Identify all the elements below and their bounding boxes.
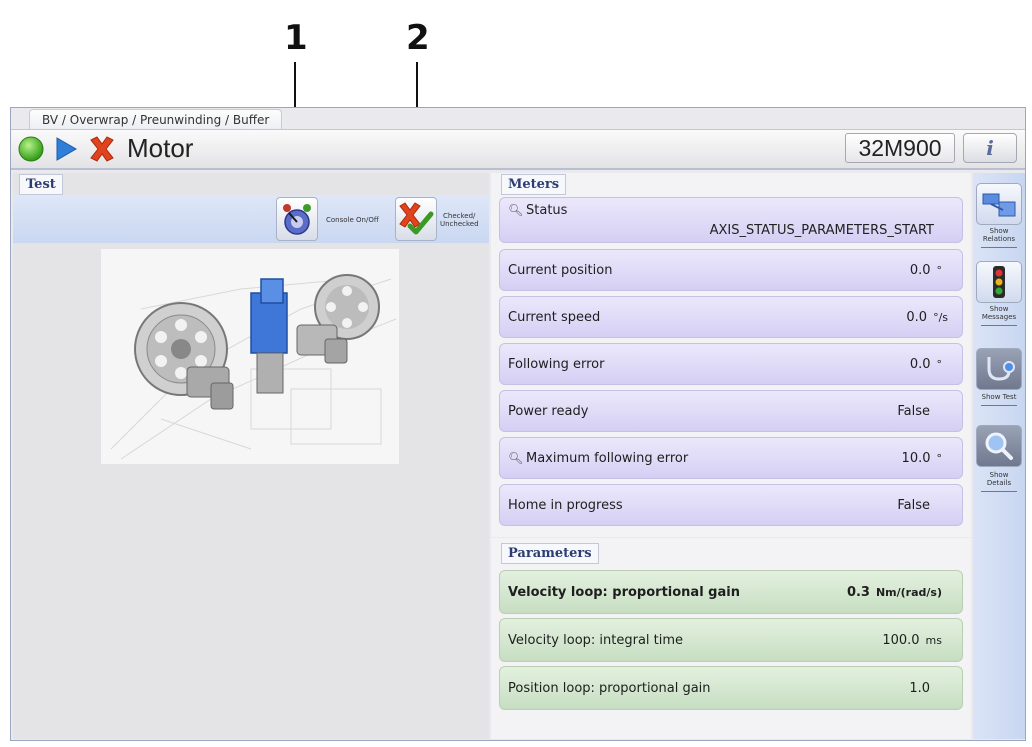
param-value: 100.0 ms [882, 633, 942, 648]
test-tab[interactable]: Test [19, 174, 63, 195]
app-window: BV / Overwrap / Preunwinding / Buffer Mo… [10, 107, 1026, 741]
meter-value: 10.0 ° [901, 451, 942, 466]
console-on-off-button[interactable] [276, 197, 318, 241]
meters-panel: Meters 🔍︎ Status AXIS_STATUS_PARAMETERS_… [491, 173, 971, 537]
right-sidebar: Show Relations Show Messages Show Test S… [973, 173, 1025, 739]
stethoscope-icon [987, 357, 1015, 381]
show-details-label-1: Show [989, 471, 1009, 479]
sidebar-divider [981, 247, 1017, 248]
status-value: AXIS_STATUS_PARAMETERS_START [709, 223, 934, 238]
checked-unchecked-button[interactable] [395, 197, 437, 241]
meter-label: Maximum following error [526, 451, 689, 466]
show-relations-label-1: Show [989, 227, 1009, 235]
test-toolbar: Console On/Off Checked/ Unchecked [13, 195, 489, 243]
meter-row[interactable]: Following error 0.0 ° [499, 343, 963, 385]
show-details-label-2: Details [986, 479, 1012, 487]
status-search-icon: 🔍︎ [508, 203, 524, 217]
show-messages-button[interactable] [976, 261, 1022, 303]
title-bar: Motor 32M900 i [11, 129, 1025, 170]
green-circle-icon[interactable] [17, 135, 45, 163]
checked-unchecked-label-1: Checked/ [443, 212, 476, 220]
param-label: Velocity loop: proportional gain [508, 585, 740, 600]
sidebar-divider [981, 325, 1017, 326]
show-messages-label-2: Messages [981, 313, 1017, 321]
checked-unchecked-label-2: Unchecked [440, 220, 479, 228]
breadcrumb[interactable]: BV / Overwrap / Preunwinding / Buffer [29, 109, 283, 130]
param-row[interactable]: Velocity loop: proportional gain 0.3 Nm/(… [499, 570, 963, 614]
callout-2: 2 [406, 18, 430, 58]
meter-value: False [897, 404, 930, 419]
show-details-button[interactable] [976, 425, 1022, 467]
show-relations-button[interactable] [976, 183, 1022, 225]
meter-value: 0.0 ° [909, 263, 942, 278]
traffic-light-icon [993, 266, 1005, 298]
param-row[interactable]: Position loop: proportional gain 1.0 [499, 666, 963, 710]
sidebar-divider [981, 405, 1017, 406]
red-x-icon[interactable] [87, 135, 117, 163]
status-label: Status [526, 203, 568, 218]
param-label: Position loop: proportional gain [508, 681, 711, 696]
param-row[interactable]: Velocity loop: integral time 100.0 ms [499, 618, 963, 662]
console-on-off-label: Console On/Off [326, 216, 379, 224]
magnifier-icon [985, 432, 1013, 460]
param-label: Velocity loop: integral time [508, 633, 684, 648]
relations-icon [982, 193, 1016, 217]
meter-value: 0.0 °/s [906, 310, 948, 325]
meter-row-status[interactable]: 🔍︎ Status AXIS_STATUS_PARAMETERS_START [499, 197, 963, 243]
meter-row[interactable]: Current speed 0.0 °/s [499, 296, 963, 338]
max-error-search-icon: 🔍︎ [508, 451, 524, 465]
play-arrow-icon[interactable] [53, 135, 79, 163]
callout-1: 1 [284, 18, 308, 58]
meter-row[interactable]: Power ready False [499, 390, 963, 432]
meter-row[interactable]: 🔍︎ Maximum following error 10.0 ° [499, 437, 963, 479]
meter-label: Following error [508, 357, 605, 372]
show-relations-label-2: Relations [982, 235, 1016, 243]
show-test-label: Show Test [981, 393, 1017, 401]
meters-tab[interactable]: Meters [501, 174, 567, 195]
meter-row[interactable]: Home in progress False [499, 484, 963, 526]
param-value: 0.3 Nm/(rad/s) [846, 585, 942, 600]
check-uncheck-icon [399, 202, 434, 235]
meter-row[interactable]: Current position 0.0 ° [499, 249, 963, 291]
motor-code: 32M900 [845, 133, 955, 163]
meter-label: Current position [508, 263, 613, 278]
machine-image [101, 249, 399, 464]
test-panel: Test Console On/Off Checked/ Unchecked [13, 173, 489, 739]
show-test-button[interactable] [976, 348, 1022, 390]
parameters-tab[interactable]: Parameters [501, 543, 599, 564]
console-toggle-icon [283, 204, 311, 235]
show-messages-label-1: Show [989, 305, 1009, 313]
sidebar-divider [981, 491, 1017, 492]
meter-value: 0.0 ° [909, 357, 942, 372]
parameters-panel: Parameters Velocity loop: proportional g… [491, 538, 971, 739]
meter-label: Home in progress [508, 498, 623, 513]
meter-label: Power ready [508, 404, 589, 419]
meter-value: False [897, 498, 930, 513]
param-value: 1.0 [909, 681, 930, 696]
page-title: Motor [127, 133, 194, 163]
info-button[interactable]: i [963, 133, 1017, 163]
meter-label: Current speed [508, 310, 601, 325]
